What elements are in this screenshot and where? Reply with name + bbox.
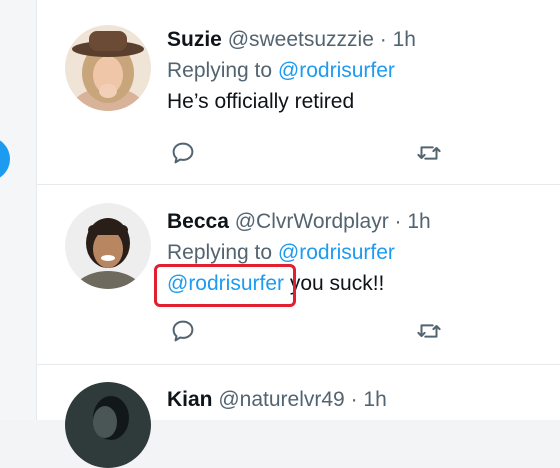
reply-button[interactable] xyxy=(168,138,198,168)
tweet-text: He’s officially retired xyxy=(167,86,553,117)
tweet-header: Suzie @sweetsuzzzie · 1h xyxy=(167,24,553,55)
user-handle[interactable]: @naturelvr49 xyxy=(218,388,344,411)
reply-button[interactable] xyxy=(168,316,198,346)
timestamp[interactable]: · 1h xyxy=(395,210,431,233)
replying-to-mention[interactable]: @rodrisurfer xyxy=(278,241,395,264)
tweet-text: @rodrisurfer you suck!! xyxy=(154,264,553,307)
timestamp[interactable]: · 1h xyxy=(380,28,416,51)
avatar[interactable] xyxy=(65,25,151,111)
replying-to-label: Replying to xyxy=(167,241,273,264)
replying-to-mention[interactable]: @rodrisurfer xyxy=(278,59,395,82)
avatar[interactable] xyxy=(65,203,151,289)
reply-tweet[interactable]: Suzie @sweetsuzzzie · 1h Replying to @ro… xyxy=(37,0,560,185)
tweet-header: Kian @naturelvr49 · 1h xyxy=(167,384,553,415)
reply-context: Replying to @rodrisurfer xyxy=(167,237,553,268)
tweet-body: He’s officially retired xyxy=(167,90,355,113)
retweet-icon xyxy=(417,324,441,338)
display-name[interactable]: Suzie xyxy=(167,28,222,51)
retweet-button[interactable] xyxy=(414,138,444,168)
tweet-header: Becca @ClvrWordplayr · 1h xyxy=(167,206,553,237)
retweet-icon xyxy=(417,146,441,160)
timestamp[interactable]: · 1h xyxy=(351,388,387,411)
replies-timeline: Suzie @sweetsuzzzie · 1h Replying to @ro… xyxy=(36,0,560,468)
replying-to-label: Replying to xyxy=(167,59,273,82)
retweet-button[interactable] xyxy=(414,316,444,346)
reply-tweet[interactable]: Kian @naturelvr49 · 1h xyxy=(37,364,560,468)
body-mention[interactable]: @rodrisurfer xyxy=(167,272,284,295)
reply-icon xyxy=(172,142,194,164)
highlighted-mention: @rodrisurfer xyxy=(154,264,297,307)
avatar[interactable] xyxy=(65,382,151,468)
user-handle[interactable]: @sweetsuzzzie xyxy=(228,28,374,51)
display-name[interactable]: Kian xyxy=(167,388,213,411)
left-sidebar-edge xyxy=(0,0,36,420)
tweet-body: you suck!! xyxy=(284,272,385,295)
reply-context: Replying to @rodrisurfer xyxy=(167,55,553,86)
display-name[interactable]: Becca xyxy=(167,210,229,233)
reply-icon xyxy=(172,320,194,342)
user-handle[interactable]: @ClvrWordplayr xyxy=(235,210,389,233)
reply-tweet[interactable]: Becca @ClvrWordplayr · 1h Replying to @r… xyxy=(37,184,560,365)
